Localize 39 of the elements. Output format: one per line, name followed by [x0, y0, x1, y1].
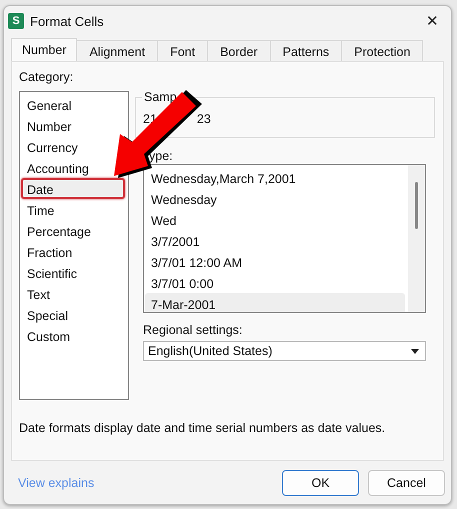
- ok-button[interactable]: OK: [282, 470, 359, 496]
- type-item[interactable]: Wednesday,March 7,2001: [145, 167, 298, 188]
- category-item[interactable]: Fraction: [21, 241, 74, 262]
- sample-label: Samp: [142, 90, 179, 104]
- description: Date formats display date and time serial numbers as date values.: [19, 421, 386, 435]
- regional-settings-dropdown[interactable]: English(United States): [143, 341, 426, 361]
- scrollbar-thumb[interactable]: [415, 182, 418, 229]
- app-icon: S: [8, 13, 24, 29]
- window-title: Format Cells: [30, 14, 105, 28]
- close-button[interactable]: ✕: [414, 12, 451, 30]
- category-item[interactable]: Time: [21, 199, 56, 220]
- tab[interactable]: Number: [11, 38, 78, 61]
- category-item[interactable]: Currency: [21, 136, 80, 157]
- regional-settings-label: Regional settings:: [143, 323, 244, 337]
- category-item[interactable]: Scientific: [21, 262, 80, 283]
- type-item[interactable]: Wed: [145, 209, 178, 230]
- tab[interactable]: Alignment: [76, 40, 158, 61]
- category-item[interactable]: Number: [21, 115, 74, 136]
- type-label: ype:: [149, 150, 174, 162]
- type-item[interactable]: 3/7/2001: [145, 230, 202, 251]
- type-list[interactable]: Wednesday,March 7,2001 Wednesday Wed 3/7/2001 3/7/01 12:00 AM 3/7/01 0:00 7-Mar-2001: [143, 164, 426, 313]
- category-item[interactable]: General: [21, 94, 74, 115]
- cancel-button[interactable]: Cancel: [368, 470, 445, 496]
- scrollbar[interactable]: [408, 165, 425, 312]
- type-item[interactable]: 3/7/01 0:00: [145, 272, 216, 293]
- category-item[interactable]: Text: [21, 283, 52, 304]
- caret-icon: [411, 348, 419, 354]
- category-item[interactable]: Custom: [21, 325, 72, 346]
- type-item[interactable]: Wednesday: [145, 188, 219, 209]
- category-label: Category:: [19, 70, 74, 84]
- sample-value: 23: [196, 112, 211, 128]
- category-item[interactable]: Special: [21, 304, 70, 325]
- type-item[interactable]: 3/7/01 12:00 AM: [145, 251, 244, 272]
- category-item[interactable]: Accounting: [21, 157, 91, 178]
- tab[interactable]: Protection: [341, 40, 424, 61]
- category-item[interactable]: Percentage: [21, 220, 93, 241]
- type-item[interactable]: 7-Mar-2001: [145, 293, 405, 312]
- category-list[interactable]: General Number Currency Accounting Date Time Percentage Fraction Scientific Text Special Custom: [19, 91, 129, 400]
- category-item[interactable]: Date: [21, 178, 125, 199]
